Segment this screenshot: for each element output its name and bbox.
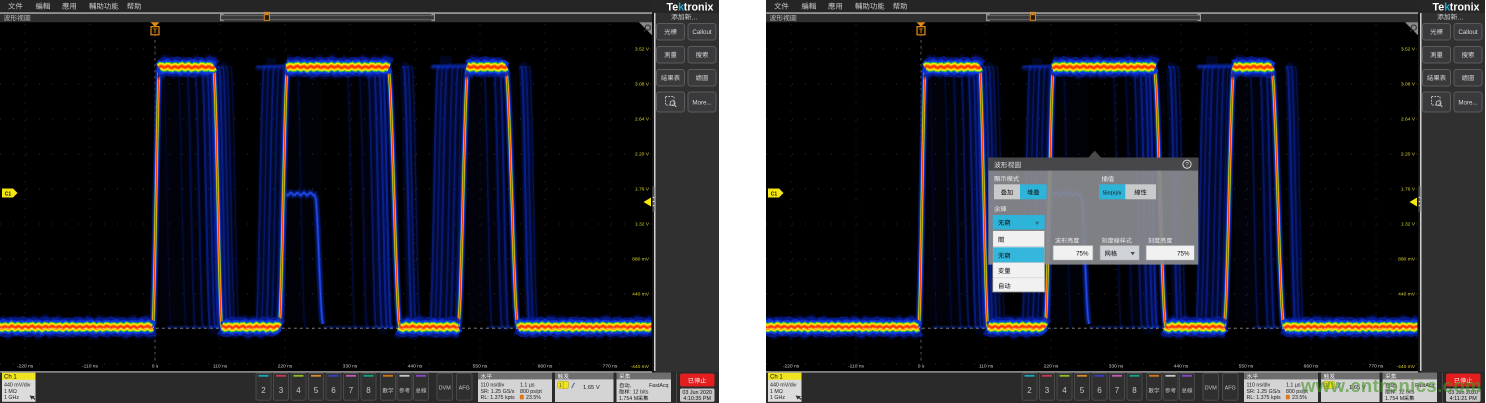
svg-text:Sin(x)/x: Sin(x)/x [1103,190,1122,196]
svg-text:?: ? [1185,162,1189,169]
svg-text:4:11:21 PM: 4:11:21 PM [1450,396,1478,402]
svg-text:75%: 75% [1076,251,1089,258]
svg-text:75%: 75% [1177,251,1190,258]
